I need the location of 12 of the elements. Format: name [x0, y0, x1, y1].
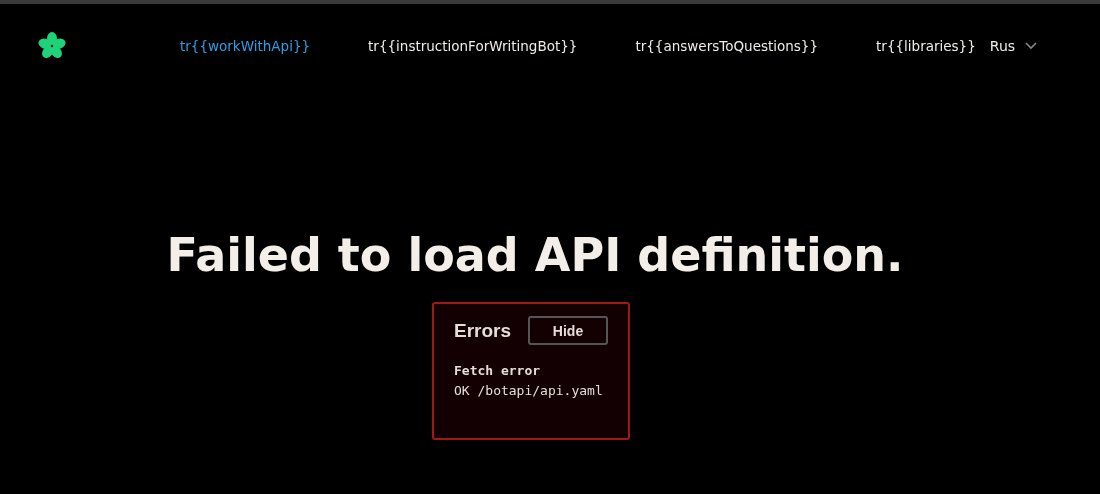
hide-button[interactable]: Hide [528, 316, 608, 345]
error-detail: OK /botapi/api.yaml [454, 382, 604, 400]
nav-link[interactable]: tr{{libraries}} [876, 38, 976, 54]
flower-logo-icon[interactable] [38, 32, 66, 60]
errors-title: Errors [454, 319, 512, 342]
error-heading: Failed to load API definition. [165, 228, 905, 282]
nav-link[interactable]: tr{{answersToQuestions}} [635, 38, 819, 54]
nav-link[interactable]: tr{{workWithApi}} [180, 38, 311, 54]
language-selector[interactable]: Rus [989, 38, 1016, 54]
error-title: Fetch error [454, 362, 542, 380]
nav-link[interactable]: tr{{instructionForWritingBot}} [368, 38, 578, 54]
chevron-down-icon[interactable] [1025, 42, 1038, 50]
